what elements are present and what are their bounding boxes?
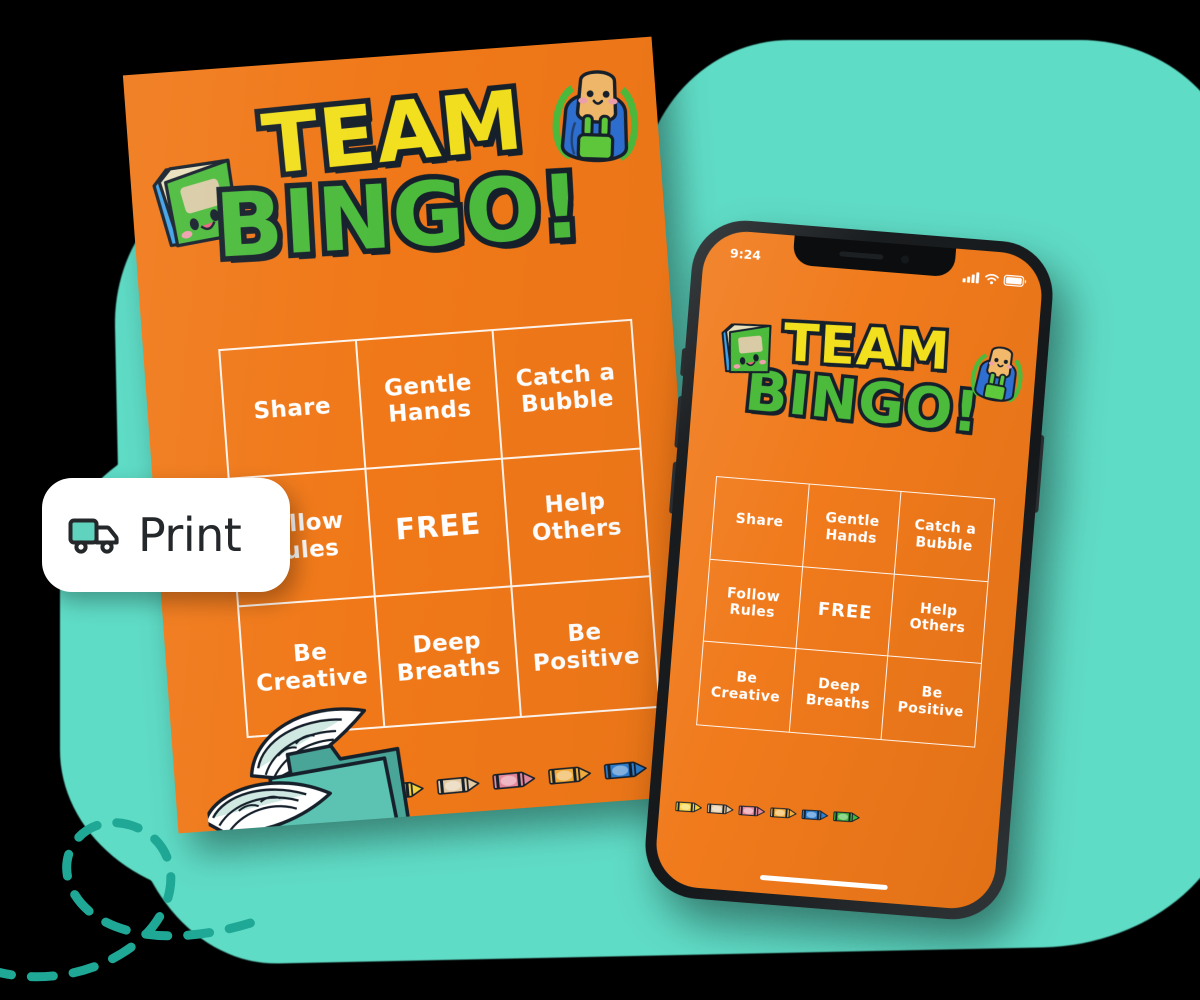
- scene-canvas: TEAM BINGO! Share Gentle Hands Catch a Bub…: [0, 0, 1200, 1000]
- printable-poster[interactable]: TEAM BINGO! Share Gentle Hands Catch a Bub…: [122, 36, 708, 834]
- crayon-green: [833, 811, 861, 824]
- bingo-cell[interactable]: Share: [220, 340, 367, 480]
- crayon-orange: [548, 764, 593, 786]
- crayon-yellow: [675, 801, 703, 814]
- bingo-grid-phone[interactable]: Share Gentle Hands Catch a Bubble Follow Ru…: [696, 476, 996, 748]
- bingo-cell[interactable]: FREE: [796, 566, 896, 657]
- bingo-cell[interactable]: Gentle Hands: [802, 484, 902, 575]
- bingo-cell[interactable]: FREE: [366, 459, 513, 598]
- poster-title: TEAM BINGO!: [126, 68, 666, 284]
- status-time: 9:24: [729, 244, 762, 263]
- bingo-cell[interactable]: Catch a Bubble: [895, 491, 995, 582]
- crayon-orange: [769, 807, 798, 820]
- winged-folder-icon: [197, 695, 464, 834]
- bingo-cell[interactable]: Follow Rules: [703, 559, 803, 650]
- crayon-tan: [706, 803, 735, 816]
- crayon-pink: [738, 805, 766, 818]
- bingo-cell[interactable]: Be Positive: [512, 578, 658, 716]
- bingo-cell[interactable]: Catch a Bubble: [493, 320, 640, 460]
- home-indicator[interactable]: [759, 874, 888, 891]
- phone-mockup[interactable]: 9:24 TEAM BINGO! Share Gentle Hands Catc…: [641, 216, 1057, 924]
- crayon-strip-phone: [675, 801, 861, 824]
- bingo-cell[interactable]: Help Others: [503, 449, 650, 588]
- wifi-icon: [985, 273, 999, 284]
- crayon-blue: [801, 809, 829, 822]
- print-button[interactable]: Print: [42, 478, 290, 592]
- bingo-cell[interactable]: Deep Breaths: [789, 649, 889, 740]
- cellular-signal-icon: [962, 272, 980, 284]
- book-sticker: [715, 312, 781, 384]
- delivery-truck-icon: [68, 518, 119, 554]
- crayon-pink: [492, 769, 537, 791]
- bingo-cell[interactable]: Gentle Hands: [356, 330, 504, 470]
- bingo-cell[interactable]: Be Creative: [697, 641, 797, 732]
- bingo-cell[interactable]: Help Others: [888, 574, 988, 665]
- battery-icon: [1003, 274, 1027, 287]
- crayon-blue: [603, 759, 648, 781]
- bingo-cell[interactable]: Be Positive: [882, 657, 981, 747]
- print-button-label: Print: [138, 508, 242, 562]
- bingo-cell[interactable]: Share: [710, 477, 810, 567]
- backpack-sticker: [959, 335, 1035, 415]
